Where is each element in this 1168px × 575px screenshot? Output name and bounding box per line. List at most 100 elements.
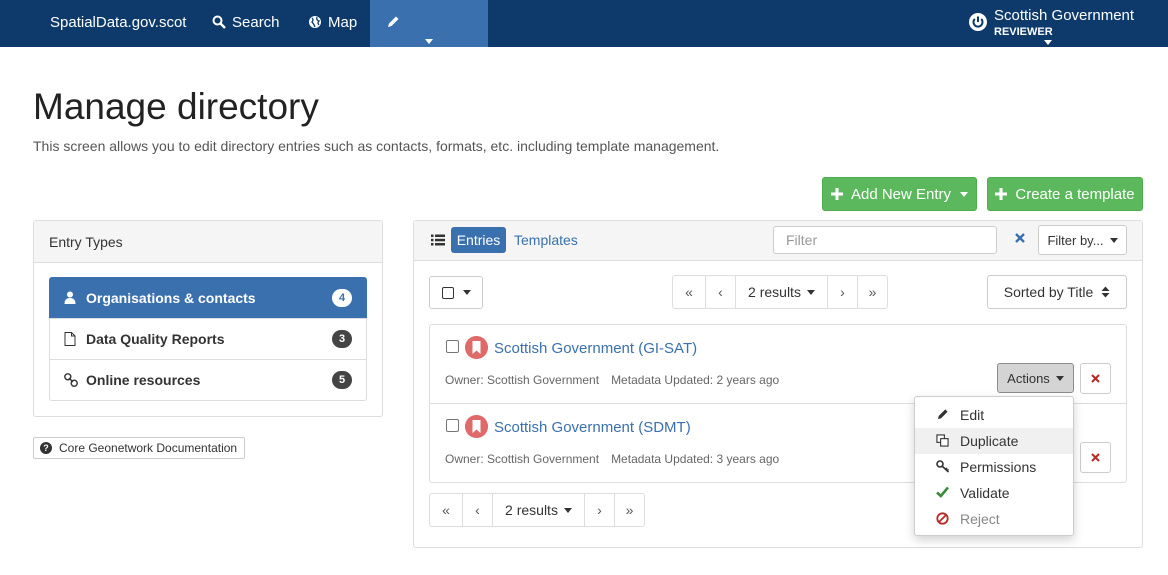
power-icon: [969, 13, 987, 31]
clear-filter-icon[interactable]: [1014, 232, 1026, 244]
prev-page-button[interactable]: ‹: [705, 275, 736, 309]
top-navbar: SpatialData.gov.scot Search Map Contribu…: [0, 0, 1168, 76]
entry-type-organisations[interactable]: Organisations & contacts 4: [49, 277, 367, 319]
filter-input[interactable]: [773, 226, 997, 254]
sort-dropdown[interactable]: Sorted by Title: [987, 275, 1127, 309]
create-template-button[interactable]: Create a template: [987, 177, 1143, 211]
pencil-icon: [937, 409, 948, 420]
count-badge: 4: [332, 289, 352, 307]
chevron-down-icon: [806, 289, 815, 295]
chevron-down-icon: [960, 191, 969, 197]
create-template-label: Create a template: [1015, 185, 1135, 203]
actions-label: Actions: [1007, 370, 1050, 386]
nav-search[interactable]: Search: [196, 0, 296, 47]
bookmark-icon: [465, 336, 488, 359]
close-icon: [1091, 453, 1100, 462]
key-icon: [936, 460, 950, 473]
results-dropdown[interactable]: 2 results: [492, 493, 585, 527]
last-page-button[interactable]: »: [614, 493, 645, 527]
nav-map-label: Map: [328, 14, 358, 31]
entry-owner: Owner: Scottish Government: [445, 452, 600, 466]
search-icon: [212, 15, 226, 29]
page-description: This screen allows you to edit directory…: [33, 138, 720, 154]
menu-item-validate[interactable]: Validate: [915, 480, 1073, 506]
tab-templates[interactable]: Templates: [514, 232, 578, 248]
menu-item-edit[interactable]: Edit: [915, 402, 1073, 428]
pencil-icon: [388, 16, 399, 27]
entry-type-data-quality-reports[interactable]: Data Quality Reports 3: [49, 318, 367, 360]
entry-type-label: Data Quality Reports: [86, 331, 225, 347]
menu-item-reject[interactable]: Reject: [915, 506, 1073, 532]
entry-type-online-resources[interactable]: Online resources 5: [49, 359, 367, 401]
plus-icon: [995, 188, 1008, 200]
chevron-down-icon: [1044, 40, 1052, 45]
first-page-button[interactable]: «: [672, 275, 706, 309]
chevron-down-icon: [563, 507, 572, 513]
checkbox-icon: [441, 286, 454, 299]
add-new-entry-button[interactable]: Add New Entry: [822, 177, 977, 211]
documentation-link[interactable]: ? Core Geonetwork Documentation: [33, 437, 245, 459]
menu-item-label: Reject: [960, 511, 1000, 527]
entry-owner: Owner: Scottish Government: [445, 373, 600, 387]
bookmark-icon: [465, 415, 488, 438]
ban-icon: [936, 512, 949, 525]
chevron-down-icon: [1109, 237, 1118, 243]
brand-link[interactable]: SpatialData.gov.scot: [50, 0, 186, 47]
file-icon: [64, 332, 76, 346]
actions-dropdown-button[interactable]: Actions: [997, 363, 1074, 393]
entry-type-label: Online resources: [86, 372, 201, 388]
entry-updated: Metadata Updated: 3 years ago: [611, 452, 780, 466]
results-label: 2 results: [505, 502, 558, 518]
entry-meta: Owner: Scottish Government Metadata Updat…: [445, 452, 779, 466]
nav-map[interactable]: Map: [292, 0, 373, 47]
nav-contribute[interactable]: Contribute: [370, 0, 488, 76]
first-page-button[interactable]: «: [429, 493, 463, 527]
menu-item-label: Edit: [960, 407, 985, 423]
copy-icon: [936, 434, 949, 447]
pagination-bottom: « ‹ 2 results › »: [429, 493, 645, 527]
menu-item-label: Validate: [960, 485, 1010, 501]
last-page-button[interactable]: »: [857, 275, 888, 309]
chevron-down-icon: [462, 290, 471, 295]
check-icon: [936, 486, 949, 498]
entry-type-label: Organisations & contacts: [86, 290, 256, 306]
results-dropdown[interactable]: 2 results: [735, 275, 828, 309]
entry-updated: Metadata Updated: 2 years ago: [611, 373, 780, 387]
menu-item-duplicate[interactable]: Duplicate: [915, 428, 1073, 454]
page-title: Manage directory: [33, 86, 319, 127]
filter-by-label: Filter by...: [1047, 232, 1104, 248]
filter-by-dropdown[interactable]: Filter by...: [1038, 225, 1127, 255]
chevron-down-icon: [425, 39, 433, 44]
count-badge: 5: [332, 371, 352, 389]
link-icon: [64, 373, 78, 387]
entry-types-panel: Entry Types Organisations & contacts 4 D…: [33, 220, 383, 417]
sort-label: Sorted by Title: [1003, 284, 1094, 300]
close-icon: [1091, 374, 1100, 383]
plus-icon: [830, 188, 843, 200]
user-icon: [64, 291, 76, 304]
entry-title-link[interactable]: Scottish Government (GI-SAT): [494, 340, 697, 357]
actions-menu: Edit Duplicate Permissions Validate Reje…: [914, 396, 1074, 536]
delete-entry-button[interactable]: [1080, 363, 1111, 394]
prev-page-button[interactable]: ‹: [462, 493, 493, 527]
question-circle-icon: ?: [40, 442, 52, 454]
entry-checkbox[interactable]: [446, 419, 459, 432]
entry-checkbox[interactable]: [446, 340, 459, 353]
user-role: REVIEWER: [994, 26, 1053, 38]
tab-entries[interactable]: Entries: [451, 227, 506, 253]
delete-entry-button[interactable]: [1080, 442, 1111, 473]
nav-search-label: Search: [232, 14, 280, 31]
user-name: Scottish Government: [994, 7, 1135, 24]
entry-meta: Owner: Scottish Government Metadata Updat…: [445, 373, 779, 387]
documentation-label: Core Geonetwork Documentation: [59, 441, 238, 455]
pagination-top: « ‹ 2 results › »: [672, 275, 888, 309]
next-page-button[interactable]: ›: [827, 275, 858, 309]
menu-item-label: Duplicate: [960, 433, 1019, 449]
select-all-dropdown[interactable]: [429, 276, 483, 309]
count-badge: 3: [332, 330, 352, 348]
globe-icon: [309, 16, 321, 28]
list-icon: [431, 234, 445, 246]
next-page-button[interactable]: ›: [584, 493, 615, 527]
entry-title-link[interactable]: Scottish Government (SDMT): [494, 419, 691, 436]
menu-item-permissions[interactable]: Permissions: [915, 454, 1073, 480]
